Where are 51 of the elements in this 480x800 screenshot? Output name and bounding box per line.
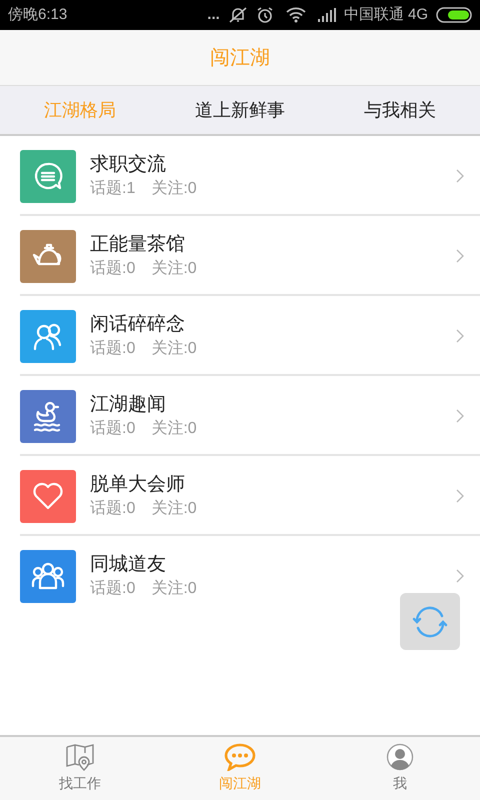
topic-count: 话题:0 [90, 419, 136, 439]
forum-row[interactable]: 脱单大会师 话题:0 关注:0 [0, 456, 480, 536]
topic-count: 话题:1 [90, 179, 136, 199]
follow-count: 关注:0 [151, 418, 197, 439]
carrier-label: 中国联通 4G [344, 4, 428, 25]
alarm-clock-icon [256, 6, 274, 24]
chevron-right-icon [456, 169, 464, 183]
forum-name: 正能量茶馆 [90, 233, 186, 257]
status-time: 傍晚6:13 [8, 4, 68, 25]
heart-icon [31, 480, 65, 512]
forum-row[interactable]: 求职交流 话题:1 关注:0 [0, 136, 480, 216]
chat-bubble-icon [224, 743, 256, 771]
refresh-button[interactable] [400, 593, 460, 650]
notification-dots: ... [207, 4, 220, 25]
forum-row[interactable]: 同城道友 话题:0 关注:0 [0, 536, 480, 616]
topic-count: 话题:0 [90, 579, 136, 599]
forum-row[interactable]: 闲话碎碎念 话题:0 关注:0 [0, 296, 480, 376]
page-title: 闯江湖 [210, 46, 270, 70]
forum-name: 同城道友 [90, 553, 167, 577]
avatar-icon [386, 743, 414, 771]
tab[interactable]: 与我相关 [320, 86, 480, 134]
follow-count: 关注:0 [151, 178, 197, 199]
refresh-icon [410, 604, 450, 638]
follow-count: 关注:0 [151, 338, 197, 359]
forum-name: 脱单大会师 [90, 473, 186, 497]
chevron-right-icon [456, 249, 464, 263]
chevron-right-icon [456, 489, 464, 503]
forum-row[interactable]: 江湖趣闻 话题:0 关注:0 [0, 376, 480, 456]
forum-name: 闲话碎碎念 [90, 313, 186, 337]
map-pin-icon [65, 743, 95, 771]
follow-count: 关注:0 [151, 578, 197, 599]
nav-tab[interactable]: 找工作 [0, 737, 160, 800]
follow-count: 关注:0 [151, 258, 197, 279]
chevron-right-icon [456, 329, 464, 343]
follow-count: 关注:0 [151, 498, 197, 519]
chevron-right-icon [456, 409, 464, 423]
topic-count: 话题:0 [90, 339, 136, 359]
speech-bubble-icon [32, 160, 64, 192]
nav-tab[interactable]: 我 [320, 737, 480, 800]
muted-bell-icon [228, 6, 248, 24]
topic-count: 话题:0 [90, 499, 136, 519]
wifi-icon [286, 7, 306, 23]
forum-name: 江湖趣闻 [90, 393, 167, 417]
topic-count: 话题:0 [90, 259, 136, 279]
battery-icon [436, 7, 472, 23]
signal-icon [318, 8, 336, 22]
chevron-right-icon [456, 569, 464, 583]
forum-name: 求职交流 [90, 153, 167, 177]
group-icon [30, 560, 66, 592]
forum-row[interactable]: 正能量茶馆 话题:0 关注:0 [0, 216, 480, 296]
tab[interactable]: 道上新鲜事 [160, 86, 320, 134]
